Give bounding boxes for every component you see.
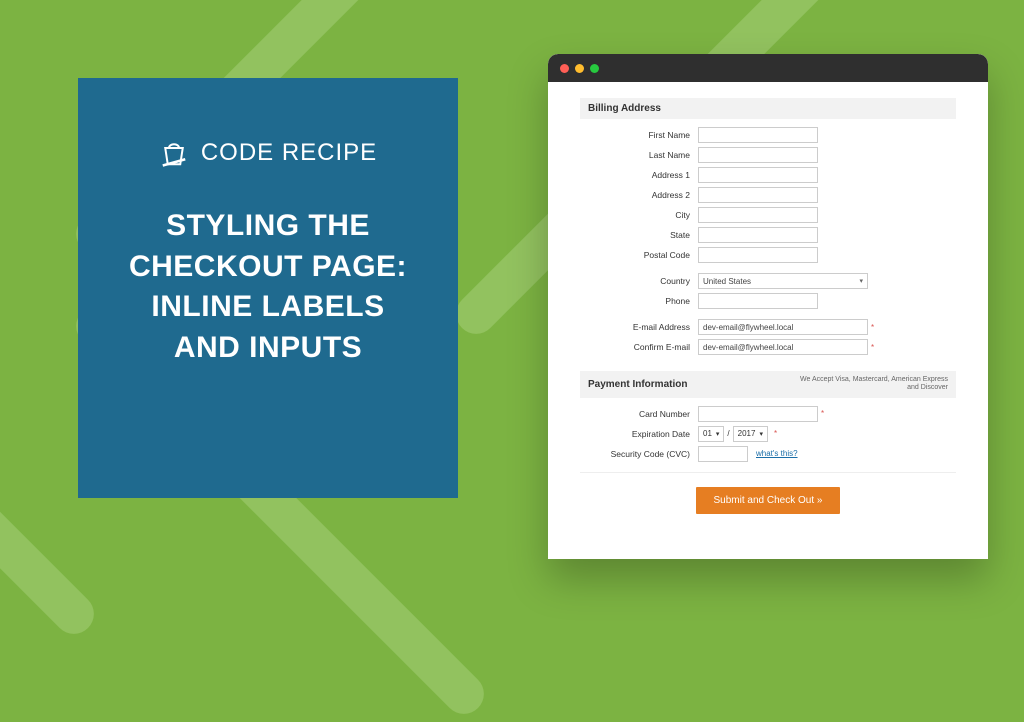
- postal-input[interactable]: [698, 247, 818, 263]
- first-name-label: First Name: [580, 130, 698, 140]
- exp-month-value: 01: [703, 429, 712, 438]
- checkout-page: Billing Address First Name Last Name Add…: [548, 82, 988, 522]
- phone-input[interactable]: [698, 293, 818, 309]
- field-cvc: Security Code (CVC) what's this?: [580, 446, 956, 462]
- field-email: E-mail Address *: [580, 319, 956, 335]
- billing-title: Billing Address: [588, 103, 661, 114]
- exp-month-select[interactable]: 01 ▾: [698, 426, 724, 442]
- headline: STYLING THE CHECKOUT PAGE: INLINE LABELS…: [118, 206, 418, 368]
- maximize-icon[interactable]: [590, 64, 599, 73]
- required-icon: *: [821, 409, 824, 418]
- chevron-down-icon: ▾: [859, 277, 863, 285]
- cvc-label: Security Code (CVC): [580, 449, 698, 459]
- cvc-input[interactable]: [698, 446, 748, 462]
- brand-title: CODE RECIPE: [201, 139, 377, 167]
- payment-section-header: Payment Information We Accept Visa, Mast…: [580, 371, 956, 398]
- address2-input[interactable]: [698, 187, 818, 203]
- card-number-label: Card Number: [580, 409, 698, 419]
- slash-separator: /: [727, 429, 729, 438]
- browser-titlebar: [548, 54, 988, 82]
- accepted-cards-text: We Accept Visa, Mastercard, American Exp…: [798, 376, 948, 393]
- email-input[interactable]: [698, 319, 868, 335]
- cvc-help-link[interactable]: what's this?: [756, 449, 798, 458]
- field-first-name: First Name: [580, 127, 956, 143]
- minimize-icon[interactable]: [575, 64, 584, 73]
- exp-year-select[interactable]: 2017 ▾: [733, 426, 768, 442]
- email-label: E-mail Address: [580, 322, 698, 332]
- first-name-input[interactable]: [698, 127, 818, 143]
- country-label: Country: [580, 276, 698, 286]
- country-select[interactable]: United States ▾: [698, 273, 868, 289]
- field-phone: Phone: [580, 293, 956, 309]
- payment-title: Payment Information: [588, 379, 687, 390]
- field-card-number: Card Number *: [580, 406, 956, 422]
- divider: [580, 472, 956, 473]
- title-card: CODE RECIPE STYLING THE CHECKOUT PAGE: I…: [78, 78, 458, 498]
- field-address2: Address 2: [580, 187, 956, 203]
- expiration-label: Expiration Date: [580, 429, 698, 439]
- field-confirm-email: Confirm E-mail *: [580, 339, 956, 355]
- city-label: City: [580, 210, 698, 220]
- state-label: State: [580, 230, 698, 240]
- chevron-down-icon: ▾: [759, 430, 763, 438]
- field-expiration: Expiration Date 01 ▾ / 2017 ▾ *: [580, 426, 956, 442]
- field-country: Country United States ▾: [580, 273, 956, 289]
- field-state: State: [580, 227, 956, 243]
- address1-label: Address 1: [580, 170, 698, 180]
- last-name-label: Last Name: [580, 150, 698, 160]
- confirm-email-label: Confirm E-mail: [580, 342, 698, 352]
- last-name-input[interactable]: [698, 147, 818, 163]
- billing-section-header: Billing Address: [580, 98, 956, 119]
- postal-label: Postal Code: [580, 250, 698, 260]
- required-icon: *: [774, 429, 777, 438]
- field-address1: Address 1: [580, 167, 956, 183]
- address2-label: Address 2: [580, 190, 698, 200]
- field-postal: Postal Code: [580, 247, 956, 263]
- exp-year-value: 2017: [738, 429, 756, 438]
- country-value: United States: [703, 277, 751, 286]
- address1-input[interactable]: [698, 167, 818, 183]
- state-input[interactable]: [698, 227, 818, 243]
- field-city: City: [580, 207, 956, 223]
- brand-row: CODE RECIPE: [159, 138, 377, 168]
- required-icon: *: [871, 323, 874, 332]
- city-input[interactable]: [698, 207, 818, 223]
- close-icon[interactable]: [560, 64, 569, 73]
- field-last-name: Last Name: [580, 147, 956, 163]
- shopping-bag-icon: [159, 138, 189, 168]
- required-icon: *: [871, 343, 874, 352]
- browser-window: Billing Address First Name Last Name Add…: [548, 54, 988, 559]
- chevron-down-icon: ▾: [716, 430, 720, 438]
- phone-label: Phone: [580, 296, 698, 306]
- confirm-email-input[interactable]: [698, 339, 868, 355]
- submit-button[interactable]: Submit and Check Out »: [696, 487, 841, 514]
- card-number-input[interactable]: [698, 406, 818, 422]
